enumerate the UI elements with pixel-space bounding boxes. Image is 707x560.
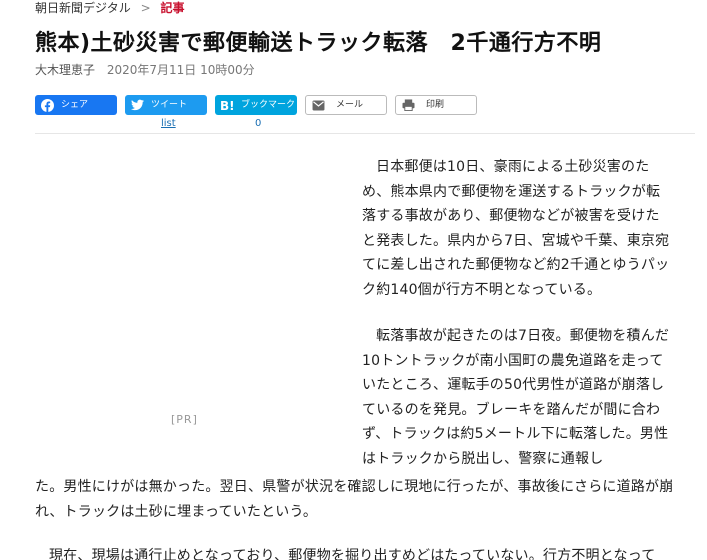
article-paragraph-3: 現在、現場は通行止めとなっており、郵便物を掘り出すめどはたっていない。行方不明と…	[49, 548, 656, 560]
facebook-share-label: シェア	[61, 100, 89, 110]
hatena-bookmark-count[interactable]: 0	[255, 118, 261, 130]
breadcrumb-site-link[interactable]: 朝日新聞デジタル	[35, 1, 131, 15]
hatena-bookmark-icon: B!	[220, 98, 234, 112]
facebook-icon	[40, 98, 54, 112]
article-date: 2020年7月11日 10時00分	[106, 63, 255, 77]
twitter-list-link[interactable]: list	[161, 118, 176, 130]
twitter-tweet-button[interactable]: ツイート	[125, 95, 207, 115]
facebook-share-button[interactable]: シェア	[35, 95, 117, 115]
breadcrumb-separator: >	[140, 1, 151, 15]
article-paragraph-1: 日本郵便は10日、豪雨による土砂災害のため、熊本県内で郵便物を運送するトラックが…	[362, 159, 670, 298]
breadcrumb-current-link[interactable]: 記事	[160, 1, 184, 15]
svg-text:B!: B!	[220, 99, 234, 111]
print-button[interactable]: 印刷	[395, 95, 477, 115]
print-icon	[401, 98, 415, 112]
article-author: 大木理恵子	[35, 63, 96, 77]
mail-share-button[interactable]: メール	[305, 95, 387, 115]
ad-label: [PR]	[171, 413, 198, 426]
breadcrumb: 朝日新聞デジタル > 記事	[35, 0, 185, 16]
hatena-bookmark-label: ブックマーク	[241, 100, 296, 110]
article-headline: 熊本)土砂災害で郵便輸送トラック転落 2千通行方不明	[35, 31, 602, 56]
print-label: 印刷	[426, 100, 445, 110]
twitter-tweet-label: ツイート	[151, 100, 188, 110]
mail-icon	[311, 98, 325, 112]
mail-share-label: メール	[336, 100, 364, 110]
article-paragraph-2: 転落事故が起きたのは7日夜。郵便物を積んだ10トントラックが南小国町の農免道路を…	[362, 328, 670, 467]
article-paragraph-2-continued: た。男性にけがは無かった。翌日、県警が状況を確認しに現地に行ったが、事故後にさら…	[35, 479, 674, 520]
twitter-icon	[130, 98, 144, 112]
share-divider	[35, 133, 695, 134]
hatena-bookmark-button[interactable]: B! ブックマーク	[215, 95, 297, 115]
article-byline: 大木理恵子 2020年7月11日 10時00分	[35, 62, 255, 78]
